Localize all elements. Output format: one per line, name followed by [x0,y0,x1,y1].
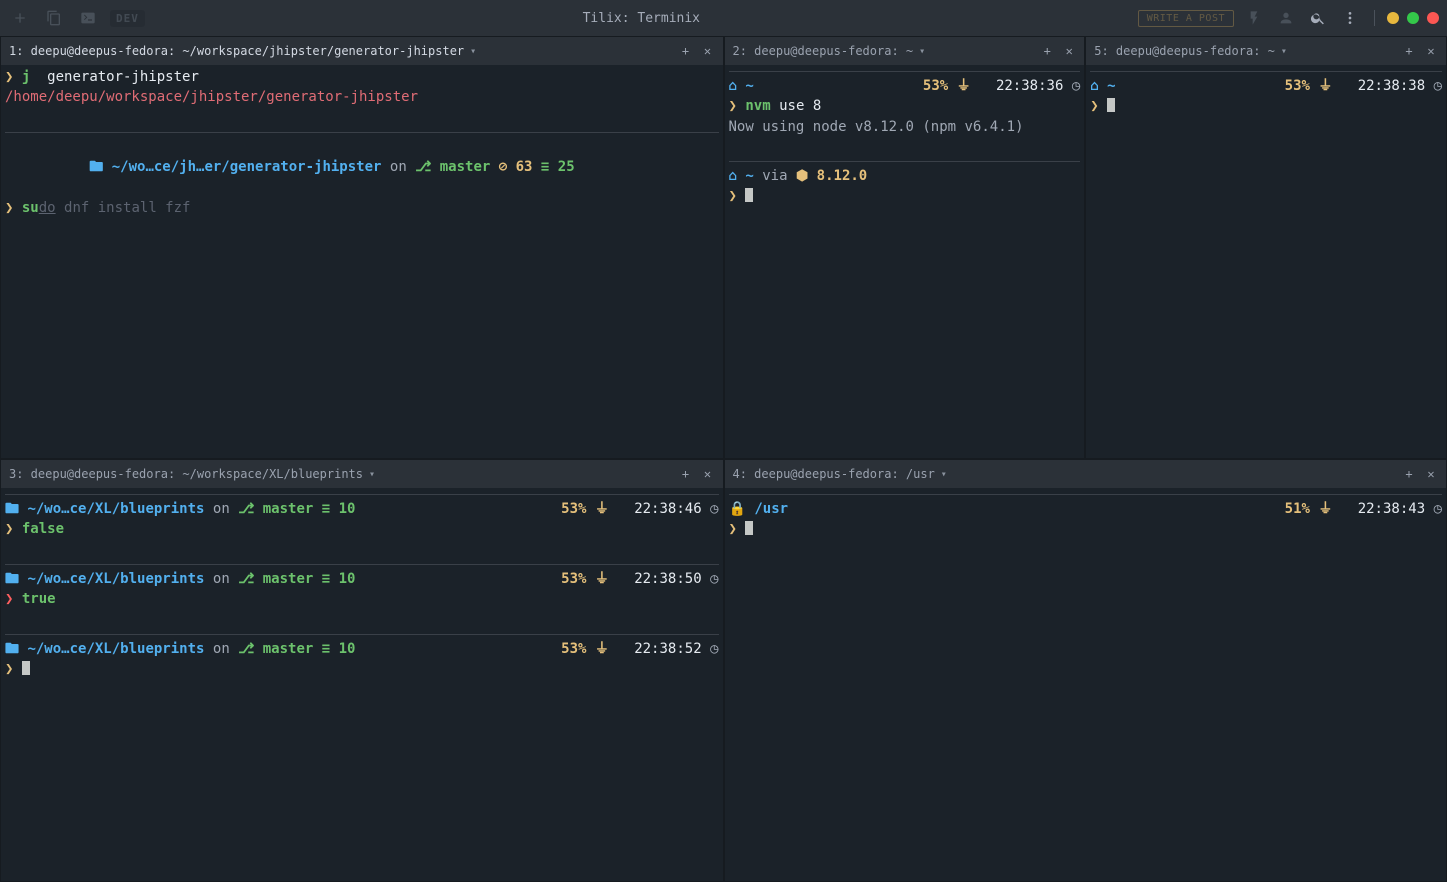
add-pane-icon[interactable] [8,6,32,30]
pane-title: 1: deepu@deepus-fedora: ~/workspace/jhip… [9,44,464,58]
battery-icon: ⏚ [595,641,609,657]
clock-icon: ◷ [1434,78,1442,94]
terminal-pane-2: 2: deepu@deepus-fedora: ~ ▾ + ✕ ⌂ ~ 53% ⏚… [724,36,1086,459]
folder-icon: 🖿 [5,501,19,517]
pane-dropdown-icon[interactable]: ▾ [919,46,925,57]
dev-badge: DEV [110,10,145,27]
git-icon: ⎇ [238,501,263,517]
hexagon-icon: ⬢ [796,168,808,184]
divider [5,634,719,635]
copy-icon[interactable] [42,6,66,30]
pane-dropdown-icon[interactable]: ▾ [470,46,476,57]
pane-title: 5: deepu@deepus-fedora: ~ [1094,44,1275,58]
add-pane-button[interactable]: + [1402,44,1416,58]
pane-title-bar: 4: deepu@deepus-fedora: /usr ▾ + ✕ [725,460,1447,488]
clock-icon: ◷ [1072,78,1080,94]
battery-icon: ⏚ [1318,78,1332,94]
minimize-button[interactable] [1387,12,1399,24]
pane-title-bar: 2: deepu@deepus-fedora: ~ ▾ + ✕ [725,37,1085,65]
avatar-icon[interactable] [1274,6,1298,30]
clock-icon: ◷ [710,571,718,587]
folder-icon: 🖿 [5,571,19,587]
pane-title: 3: deepu@deepus-fedora: ~/workspace/XL/b… [9,467,363,481]
home-icon: ⌂ [729,78,737,94]
write-post-button[interactable]: WRITE A POST [1138,10,1234,27]
terminal-body[interactable]: ❯ j generator-jhipster /home/deepu/works… [1,65,723,458]
titlebar-separator [1374,10,1375,26]
divider [5,132,719,133]
add-pane-button[interactable]: + [1040,44,1054,58]
folder-icon: 🖿 [89,159,103,175]
search-icon[interactable] [1306,6,1330,30]
cursor [22,661,30,675]
home-icon: ⌂ [729,168,737,184]
pane-dropdown-icon[interactable]: ▾ [369,469,375,480]
home-icon: ⌂ [1090,78,1098,94]
cursor [745,188,753,202]
pane-title: 4: deepu@deepus-fedora: /usr [733,467,935,481]
pane-title-bar: 1: deepu@deepus-fedora: ~/workspace/jhip… [1,37,723,65]
cursor [1107,98,1115,112]
close-pane-button[interactable]: ✕ [701,467,715,481]
clock-icon: ◷ [710,501,718,517]
terminal-pane-4: 4: deepu@deepus-fedora: /usr ▾ + ✕ 🔒 /usr… [724,459,1447,882]
close-pane-button[interactable]: ✕ [1062,44,1076,58]
add-pane-button[interactable]: + [1402,467,1416,481]
terminal-body[interactable]: 🔒 /usr 51% ⏚ 22:38:43 ◷ ❯ [725,488,1447,881]
clock-icon: ◷ [1434,501,1442,517]
pane-title-bar: 3: deepu@deepus-fedora: ~/workspace/XL/b… [1,460,723,488]
close-pane-button[interactable]: ✕ [1424,44,1438,58]
git-icon: ⎇ [238,571,263,587]
window-controls [1387,12,1439,24]
menu-icon[interactable] [1338,6,1362,30]
maximize-button[interactable] [1407,12,1419,24]
pane-title: 2: deepu@deepus-fedora: ~ [733,44,914,58]
add-pane-button[interactable]: + [679,467,693,481]
git-icon: ⎇ [238,641,263,657]
pane-dropdown-icon[interactable]: ▾ [941,469,947,480]
terminal-pane-1: 1: deepu@deepus-fedora: ~/workspace/jhip… [0,36,724,459]
lock-icon: 🔒 [729,501,746,517]
divider [1090,71,1442,72]
path-output: /home/deepu/workspace/jhipster/generator… [5,89,418,105]
terminal-pane-5: 5: deepu@deepus-fedora: ~ ▾ + ✕ ⌂ ~ 53% ⏚… [1085,36,1447,459]
cursor [745,521,753,535]
close-pane-button[interactable]: ✕ [1424,467,1438,481]
divider [729,161,1081,162]
battery-icon: ⏚ [595,501,609,517]
add-pane-button[interactable]: + [679,44,693,58]
battery-icon: ⏚ [957,78,971,94]
divider [5,564,719,565]
pane-title-bar: 5: deepu@deepus-fedora: ~ ▾ + ✕ [1086,37,1446,65]
close-window-button[interactable] [1427,12,1439,24]
terminal-icon[interactable] [76,6,100,30]
battery-icon: ⏚ [595,571,609,587]
terminal-body[interactable]: 🖿 ~/wo…ce/XL/blueprints on ⎇ master ≡ 10… [1,488,723,881]
close-pane-button[interactable]: ✕ [701,44,715,58]
terminal-body[interactable]: ⌂ ~ 53% ⏚ 22:38:38 ◷ ❯ [1086,65,1446,458]
pane-dropdown-icon[interactable]: ▾ [1281,46,1287,57]
window-title: Tilix: Terminix [153,11,1130,26]
window-titlebar: DEV Tilix: Terminix WRITE A POST [0,0,1447,36]
battery-icon: ⏚ [1318,501,1332,517]
terminal-body[interactable]: ⌂ ~ 53% ⏚ 22:38:36 ◷ ❯ nvm use 8 Now usi… [725,65,1085,458]
divider [729,494,1443,495]
terminal-pane-3: 3: deepu@deepus-fedora: ~/workspace/XL/b… [0,459,724,882]
divider [729,71,1081,72]
clock-icon: ◷ [710,641,718,657]
bolt-icon[interactable] [1242,6,1266,30]
folder-icon: 🖿 [5,641,19,657]
divider [5,494,719,495]
